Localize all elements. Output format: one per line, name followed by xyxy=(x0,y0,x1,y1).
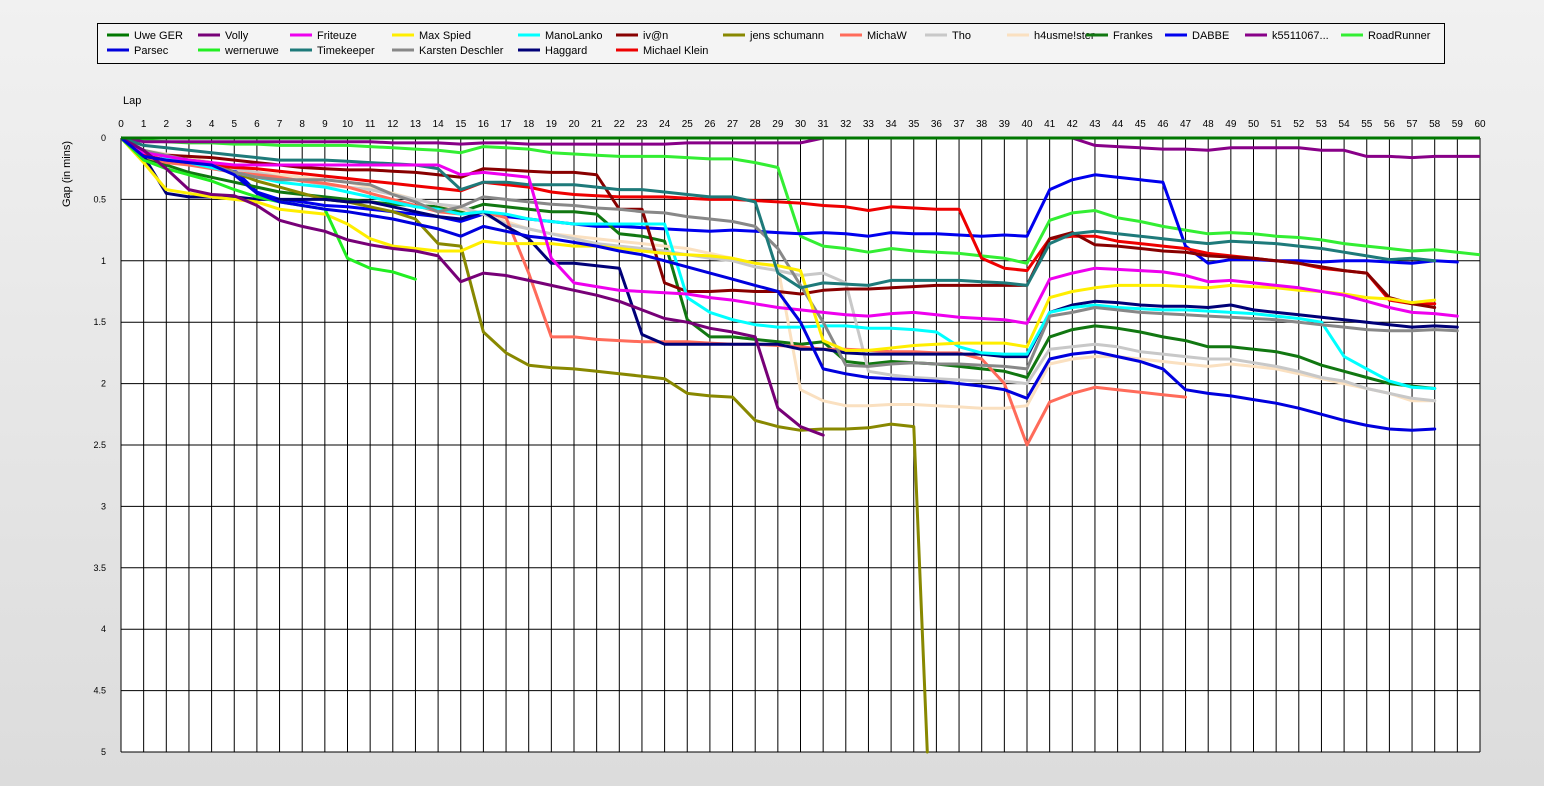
legend-label: Uwe GER xyxy=(134,30,183,42)
x-tick-label: 46 xyxy=(1157,119,1169,130)
x-tick-label: 59 xyxy=(1452,119,1464,130)
y-tick-label: 0.5 xyxy=(93,194,106,204)
x-tick-label: 42 xyxy=(1067,119,1079,130)
x-tick-label: 27 xyxy=(727,119,739,130)
x-tick-label: 57 xyxy=(1406,119,1418,130)
y-tick-label: 4.5 xyxy=(93,686,106,696)
x-tick-label: 25 xyxy=(682,119,694,130)
x-tick-label: 20 xyxy=(568,119,580,130)
legend-label: Frankes xyxy=(1113,30,1153,42)
x-tick-label: 33 xyxy=(863,119,875,130)
x-tick-label: 50 xyxy=(1248,119,1260,130)
x-tick-label: 38 xyxy=(976,119,988,130)
x-tick-label: 7 xyxy=(277,119,283,130)
x-tick-label: 28 xyxy=(750,119,762,130)
x-tick-label: 26 xyxy=(704,119,716,130)
x-tick-label: 17 xyxy=(500,119,512,130)
legend-label: h4usme!ster xyxy=(1034,30,1095,42)
x-tick-label: 37 xyxy=(953,119,965,130)
legend-label: k5511067... xyxy=(1272,30,1329,42)
x-tick-label: 44 xyxy=(1112,119,1124,130)
legend-label: MichaW xyxy=(867,30,907,42)
legend-label: DABBE xyxy=(1192,30,1229,42)
x-tick-labels: 0 1 2 3 4 5 6 7 8 9 10 11 12 13 14 15 16 17 18 19 20 21 22 23 24… xyxy=(118,119,1486,130)
x-tick-label: 36 xyxy=(931,119,943,130)
x-tick-label: 22 xyxy=(614,119,626,130)
y-tick-label: 2 xyxy=(101,379,106,389)
y-tick-label: 1 xyxy=(101,256,106,266)
x-tick-label: 18 xyxy=(523,119,535,130)
x-tick-label: 58 xyxy=(1429,119,1441,130)
x-tick-label: 15 xyxy=(455,119,467,130)
x-tick-label: 60 xyxy=(1474,119,1486,130)
x-tick-label: 51 xyxy=(1271,119,1283,130)
x-tick-label: 39 xyxy=(999,119,1011,130)
x-tick-label: 53 xyxy=(1316,119,1328,130)
legend-label: Volly xyxy=(225,30,249,42)
x-tick-label: 32 xyxy=(840,119,852,130)
chart-window: 0 1 2 3 4 5 6 7 8 9 10 11 12 13 14 15 16 17 18 19 20 21 22 23 24… xyxy=(0,0,1544,786)
x-tick-label: 55 xyxy=(1361,119,1373,130)
legend-label: Haggard xyxy=(545,45,587,57)
legend-label: jens schumann xyxy=(749,30,824,42)
legend-label: werneruwe xyxy=(224,45,279,57)
x-tick-label: 14 xyxy=(433,119,445,130)
x-tick-label: 11 xyxy=(365,119,376,130)
legend-label: Karsten Deschler xyxy=(419,45,504,57)
x-tick-label: 47 xyxy=(1180,119,1192,130)
x-tick-label: 45 xyxy=(1135,119,1147,130)
y-tick-label: 2.5 xyxy=(93,440,106,450)
x-tick-label: 43 xyxy=(1089,119,1101,130)
legend-entries: Uwe GER Parsec Volly werneruwe Friteuze Timek… xyxy=(107,30,1431,57)
x-tick-label: 35 xyxy=(908,119,920,130)
y-tick-label: 1.5 xyxy=(93,317,106,327)
x-tick-label: 23 xyxy=(636,119,648,130)
lap-gap-chart: 0 1 2 3 4 5 6 7 8 9 10 11 12 13 14 15 16 17 18 19 20 21 22 23 24… xyxy=(61,30,1486,757)
legend-label: Friteuze xyxy=(317,30,357,42)
x-tick-label: 9 xyxy=(322,119,328,130)
x-tick-label: 40 xyxy=(1021,119,1033,130)
x-tick-label: 4 xyxy=(209,119,215,130)
x-tick-label: 34 xyxy=(886,119,898,130)
x-tick-label: 49 xyxy=(1225,119,1237,130)
x-tick-label: 12 xyxy=(387,119,399,130)
y-axis-title: Gap (in mins) xyxy=(61,141,73,207)
y-tick-label: 3.5 xyxy=(93,563,106,573)
x-tick-label: 54 xyxy=(1339,119,1351,130)
x-tick-label: 13 xyxy=(410,119,422,130)
x-tick-label: 0 xyxy=(118,119,124,130)
x-tick-label: 6 xyxy=(254,119,260,130)
x-tick-label: 21 xyxy=(591,119,603,130)
x-tick-label: 16 xyxy=(478,119,490,130)
legend-label: Parsec xyxy=(134,45,169,57)
legend-label: Timekeeper xyxy=(317,45,375,57)
x-tick-label: 52 xyxy=(1293,119,1305,130)
legend-label: iv@n xyxy=(643,30,668,42)
y-tick-label: 5 xyxy=(101,747,106,757)
x-tick-label: 8 xyxy=(299,119,305,130)
x-tick-label: 29 xyxy=(772,119,784,130)
x-tick-label: 5 xyxy=(231,119,237,130)
x-tick-label: 19 xyxy=(546,119,558,130)
x-axis-title: Lap xyxy=(123,95,141,107)
x-tick-label: 1 xyxy=(141,119,147,130)
x-tick-label: 24 xyxy=(659,119,671,130)
legend-label: RoadRunner xyxy=(1368,30,1431,42)
x-tick-label: 31 xyxy=(818,119,830,130)
legend-label: ManoLanko xyxy=(545,30,603,42)
x-tick-label: 48 xyxy=(1203,119,1215,130)
x-tick-label: 10 xyxy=(342,119,354,130)
x-tick-label: 56 xyxy=(1384,119,1396,130)
legend-label: Tho xyxy=(952,30,971,42)
x-tick-label: 30 xyxy=(795,119,807,130)
legend-label: Max Spied xyxy=(419,30,471,42)
y-tick-label: 4 xyxy=(101,624,106,634)
y-tick-label: 0 xyxy=(101,133,106,143)
legend-label: Michael Klein xyxy=(643,45,708,57)
y-tick-labels: 0 0.5 1 1.5 2 2.5 3 3.5 4 4.5 5 xyxy=(93,133,106,757)
y-tick-label: 3 xyxy=(101,501,106,511)
x-tick-label: 3 xyxy=(186,119,192,130)
x-tick-label: 41 xyxy=(1044,119,1056,130)
x-tick-label: 2 xyxy=(164,119,170,130)
